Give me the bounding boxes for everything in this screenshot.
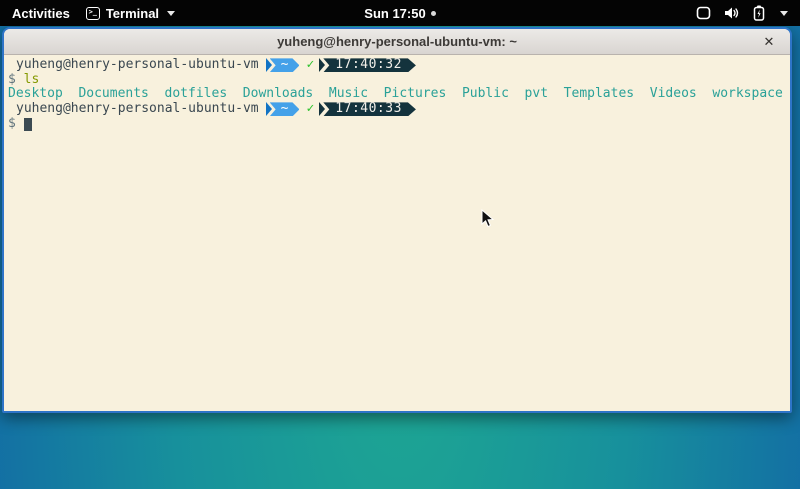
app-menu-caret-icon — [167, 11, 175, 16]
dir-item: Public — [462, 87, 509, 102]
ls-output-line: Desktop Documents dotfiles Downloads Mus… — [8, 87, 786, 102]
prompt-user-host: yuheng@henry-personal-ubuntu-vm — [8, 102, 259, 117]
system-menu-chevron-icon[interactable] — [780, 11, 788, 16]
dir-item: dotfiles — [165, 87, 228, 102]
prompt-timestamp: 17:40:33 — [323, 102, 416, 116]
powerline-arrow-icon — [266, 58, 272, 72]
prompt-path-segment: ~ — [270, 58, 300, 72]
command-text: ls — [24, 73, 40, 88]
app-menu-label: Terminal — [106, 6, 159, 21]
terminal-content[interactable]: yuheng@henry-personal-ubuntu-vm ~ ✓ 17:4… — [4, 55, 790, 411]
prompt-status-check-icon: ✓ — [306, 58, 314, 73]
terminal-app-icon: >_ — [86, 7, 100, 20]
powerline-arrow-icon — [266, 102, 272, 116]
prompt-path-segment: ~ — [270, 102, 300, 116]
prompt-user-host: yuheng@henry-personal-ubuntu-vm — [8, 58, 259, 73]
prompt-timestamp: 17:40:32 — [323, 58, 416, 72]
dir-item: Templates — [564, 87, 634, 102]
dir-item: Pictures — [384, 87, 447, 102]
terminal-window: yuheng@henry-personal-ubuntu-vm: ~ ✕ yuh… — [2, 27, 792, 413]
window-title: yuheng@henry-personal-ubuntu-vm: ~ — [277, 34, 517, 49]
text-cursor — [24, 118, 32, 131]
dir-item: Music — [329, 87, 368, 102]
app-menu[interactable]: >_ Terminal — [86, 6, 175, 21]
dir-item: Downloads — [243, 87, 313, 102]
display-icon[interactable] — [696, 6, 711, 20]
prompt-dollar: $ — [8, 117, 16, 132]
command-line: $ ls — [8, 73, 786, 88]
prompt-status-check-icon: ✓ — [306, 102, 314, 117]
prompt-line: yuheng@henry-personal-ubuntu-vm ~ ✓ 17:4… — [8, 102, 786, 117]
close-icon[interactable]: ✕ — [758, 29, 780, 55]
dir-item: workspace — [712, 87, 782, 102]
top-bar: Activities >_ Terminal Sun 17:50 — [0, 0, 800, 26]
volume-icon[interactable] — [724, 6, 740, 20]
notification-dot-icon — [431, 11, 436, 16]
powerline-arrow-icon — [319, 58, 325, 72]
dir-item: Documents — [78, 87, 148, 102]
dir-item: Videos — [650, 87, 697, 102]
clock[interactable]: Sun 17:50 — [364, 6, 425, 21]
battery-charging-icon[interactable] — [753, 5, 765, 21]
activities-button[interactable]: Activities — [12, 6, 70, 21]
input-line[interactable]: $ — [8, 117, 786, 132]
title-bar[interactable]: yuheng@henry-personal-ubuntu-vm: ~ ✕ — [4, 29, 790, 55]
dir-item: Desktop — [8, 87, 63, 102]
prompt-dollar: $ — [8, 73, 16, 88]
dir-item: pvt — [525, 87, 548, 102]
prompt-line: yuheng@henry-personal-ubuntu-vm ~ ✓ 17:4… — [8, 58, 786, 73]
powerline-arrow-icon — [319, 102, 325, 116]
